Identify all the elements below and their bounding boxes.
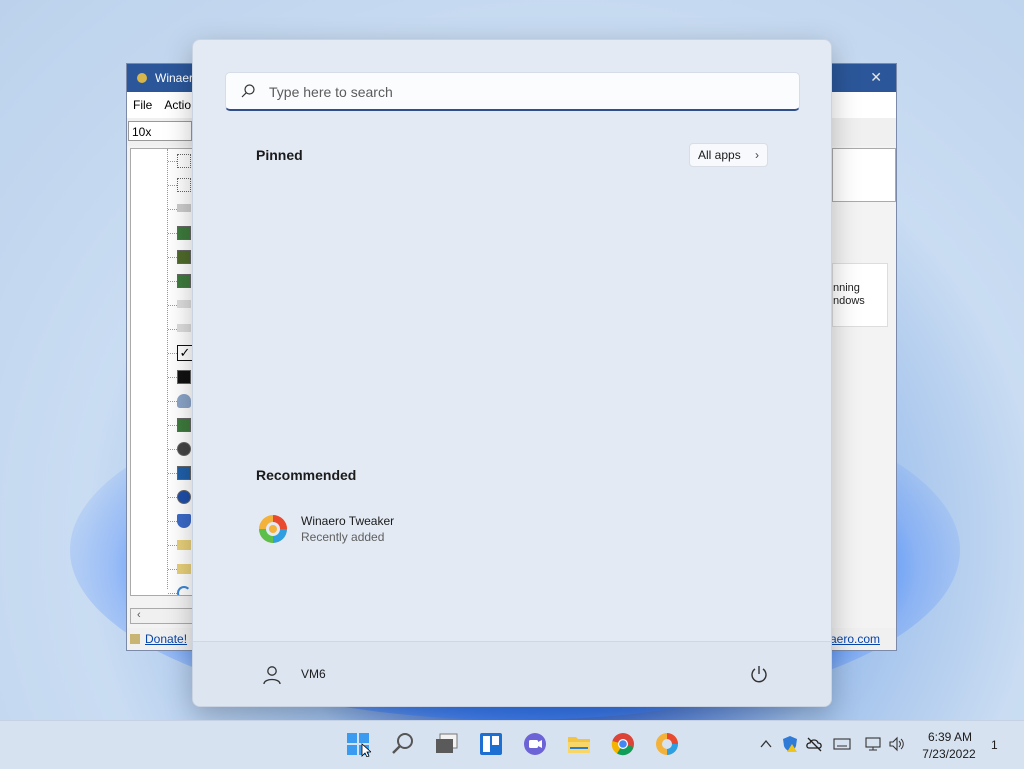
tree-node-icon[interactable] [177, 370, 191, 384]
clock-date[interactable]: 7/23/2022 [916, 747, 982, 761]
keyboard-icon[interactable] [833, 735, 851, 753]
chrome-icon[interactable] [610, 731, 636, 757]
start-footer: VM6 [193, 641, 831, 706]
start-menu: Type here to search Pinned All apps › Re… [192, 39, 832, 707]
card-text-2: ndows [833, 295, 865, 307]
tree-node-icon[interactable] [177, 300, 191, 308]
tree-node-icon[interactable] [177, 418, 191, 432]
horizontal-scrollbar[interactable]: ‹ [130, 608, 196, 624]
tree-node-icon[interactable] [177, 324, 191, 332]
info-card: nning ndows [832, 263, 888, 327]
right-pane [832, 148, 896, 202]
loading-node-icon[interactable] [177, 586, 191, 595]
app-icon [137, 73, 147, 83]
tree-node-icon[interactable] [177, 226, 191, 240]
teams-chat-icon[interactable] [522, 731, 548, 757]
account-node-icon[interactable] [177, 442, 191, 456]
winaero-tweaker-icon [259, 515, 287, 543]
tree-node-icon[interactable] [177, 204, 191, 212]
winaero-tweaker-icon[interactable] [654, 731, 680, 757]
tree-node-icon[interactable] [177, 178, 191, 192]
recommended-item-subtitle: Recently added [301, 530, 385, 544]
shield-node-icon[interactable] [177, 514, 191, 528]
network-icon[interactable] [864, 735, 882, 753]
search-placeholder: Type here to search [269, 84, 393, 100]
file-explorer-icon[interactable] [566, 731, 592, 757]
scroll-left-icon[interactable]: ‹ [137, 609, 141, 621]
task-view-icon[interactable] [434, 731, 460, 757]
donate-link[interactable]: Donate! [145, 632, 187, 646]
recommended-title: Recommended [256, 467, 357, 483]
chevron-right-icon: › [755, 148, 759, 162]
notification-count-badge[interactable]: 1 [991, 738, 998, 752]
power-node-icon[interactable] [177, 490, 191, 504]
search-icon[interactable] [390, 731, 416, 757]
recommended-item[interactable]: Winaero Tweaker Recently added [251, 509, 471, 551]
tree-node-icon[interactable] [177, 154, 191, 168]
user-avatar-icon[interactable] [261, 664, 283, 686]
folder-node-icon[interactable] [177, 540, 191, 550]
start-icon[interactable] [345, 731, 371, 757]
recommended-item-name: Winaero Tweaker [301, 514, 395, 528]
search-input[interactable]: Type here to search [225, 72, 800, 111]
clock-time[interactable]: 6:39 AM [920, 730, 980, 744]
power-icon[interactable] [749, 664, 769, 684]
tree-node-icon[interactable] [177, 466, 191, 480]
menu-file[interactable]: File [127, 98, 158, 112]
tree-node-icon[interactable] [177, 250, 191, 264]
widgets-icon[interactable] [478, 731, 504, 757]
all-apps-label: All apps [698, 148, 741, 162]
taskbar: 6:39 AM 7/23/2022 1 [0, 720, 1024, 769]
zoom-input[interactable]: 10x [128, 121, 192, 141]
volume-icon[interactable] [888, 735, 906, 753]
close-icon[interactable]: ✕ [870, 69, 882, 86]
card-text-1: nning [833, 282, 860, 294]
all-apps-button[interactable]: All apps › [689, 143, 768, 167]
defender-icon[interactable] [781, 735, 799, 753]
checkbox-icon[interactable]: ✓ [177, 345, 193, 361]
folder-node-icon[interactable] [177, 564, 191, 574]
chevron-up-icon[interactable] [757, 735, 775, 753]
tree-view[interactable]: ✓ [130, 148, 196, 596]
pinned-title: Pinned [256, 147, 303, 163]
website-link[interactable]: aero.com [830, 632, 880, 646]
user-node-icon[interactable] [177, 394, 191, 408]
tree-node-icon[interactable] [177, 274, 191, 288]
onedrive-icon[interactable] [805, 735, 823, 753]
search-icon [241, 84, 255, 98]
donate-icon [130, 634, 140, 644]
user-name[interactable]: VM6 [301, 667, 326, 681]
